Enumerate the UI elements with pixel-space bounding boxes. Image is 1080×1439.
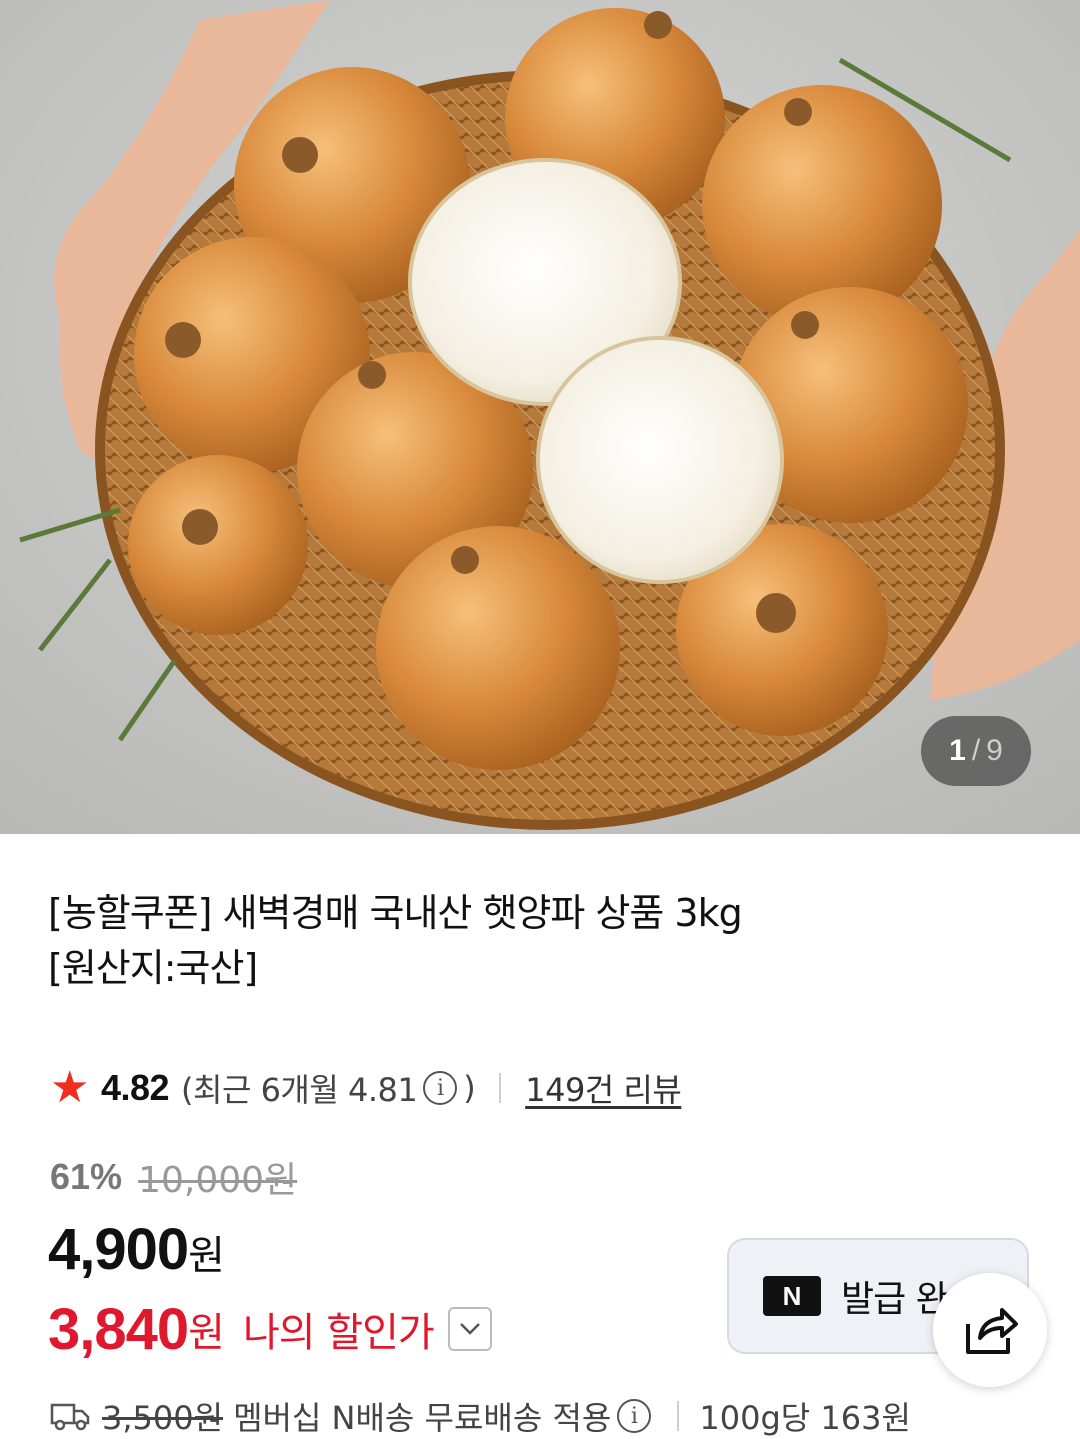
my-price-value: 3,840 — [48, 1296, 189, 1362]
info-icon[interactable]: i — [423, 1071, 458, 1105]
sale-price-value: 4,900 — [48, 1217, 189, 1282]
shipping-row: 3,500원 멤버십 N배송 무료배송 적용 i 100g당 163원 — [50, 1394, 911, 1438]
image-counter: 1 / 9 — [921, 716, 1031, 786]
discount-row: 61% 10,000원 — [50, 1152, 297, 1202]
truck-icon — [50, 1403, 90, 1431]
onion-photo — [0, 0, 1080, 834]
star-icon: ★ — [50, 1062, 89, 1113]
image-counter-current: 1 — [949, 734, 966, 767]
sale-price-unit: 원 — [188, 1233, 225, 1279]
rating-row: ★ 4.82 (최근 6개월 4.81 i ) 149건 리뷰 — [50, 1062, 682, 1114]
product-image[interactable]: 1 / 9 — [0, 0, 1080, 834]
product-title: [농할쿠폰] 새벽경매 국내산 햇양파 상품 3kg [원산지:국산] — [48, 886, 1028, 996]
shipping-text: 멤버십 N배송 무료배송 적용 — [233, 1399, 612, 1437]
recent-rating-text: (최근 6개월 4.81 — [181, 1071, 418, 1109]
recent-rating-close: ) — [463, 1069, 476, 1107]
my-price-label: 나의 할인가 — [242, 1310, 435, 1356]
my-discount-price: 3,840 원 나의 할인가 — [48, 1294, 492, 1364]
product-title-line2: [원산지:국산] — [48, 946, 258, 990]
recent-rating: (최근 6개월 4.81 i ) — [181, 1065, 476, 1111]
sale-price: 4,900원 — [48, 1216, 225, 1283]
discount-percent: 61% — [50, 1156, 123, 1197]
share-button[interactable] — [933, 1273, 1047, 1387]
my-price-unit: 원 — [188, 1310, 225, 1356]
divider — [677, 1401, 680, 1431]
shipping-original-fee: 3,500원 — [102, 1399, 224, 1437]
chevron-down-icon[interactable] — [447, 1307, 492, 1351]
divider — [499, 1073, 502, 1103]
naver-n-logo: N — [763, 1276, 821, 1316]
shipping-info-icon[interactable]: i — [617, 1399, 652, 1433]
image-counter-separator: / — [971, 734, 981, 767]
share-icon — [966, 1308, 1018, 1354]
image-counter-total: 9 — [986, 734, 1003, 767]
product-title-line1: [농할쿠폰] 새벽경매 국내산 햇양파 상품 3kg — [48, 891, 743, 935]
coupon-label: 발급 완 — [841, 1279, 949, 1320]
rating-score: 4.82 — [100, 1067, 170, 1108]
original-price: 10,000원 — [138, 1160, 298, 1201]
unit-price: 100g당 163원 — [699, 1399, 911, 1437]
reviews-link[interactable]: 149건 리뷰 — [525, 1065, 682, 1111]
